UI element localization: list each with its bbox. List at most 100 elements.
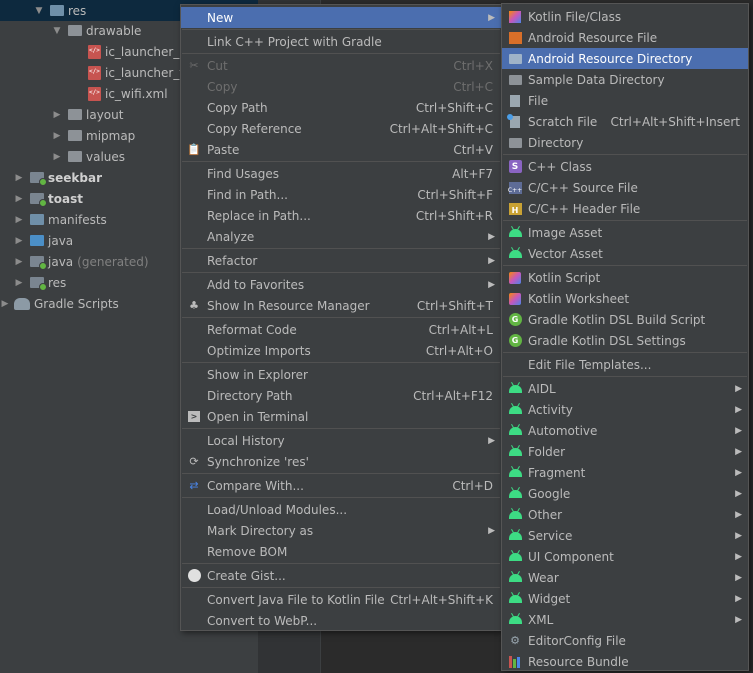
- submenu-item-fragment[interactable]: Fragment ▶: [502, 462, 748, 483]
- menu-item-label: C++ Class: [528, 159, 592, 174]
- menu-item-paste[interactable]: 📋 Paste Ctrl+V: [181, 139, 501, 160]
- menu-item-copy-reference[interactable]: Copy Reference Ctrl+Alt+Shift+C: [181, 118, 501, 139]
- submenu-item-editorconfig[interactable]: ⚙ EditorConfig File: [502, 630, 748, 651]
- tree-item-label: java: [48, 233, 74, 248]
- menu-item-label: Create Gist...: [207, 568, 286, 583]
- menu-item-show-in-resource-manager[interactable]: ♣ Show In Resource Manager Ctrl+Shift+T: [181, 295, 501, 316]
- menu-item-synchronize[interactable]: ⟳ Synchronize 'res': [181, 451, 501, 472]
- menu-item-shortcut: Ctrl+Alt+Shift+C: [389, 121, 493, 136]
- submenu-arrow-icon: ▶: [735, 509, 742, 520]
- expand-arrow-icon[interactable]: ▶: [14, 278, 24, 288]
- expand-arrow-icon[interactable]: ▶: [52, 152, 62, 162]
- submenu-item-cpp-header[interactable]: H C/C++ Header File: [502, 198, 748, 219]
- menu-item-mark-directory-as[interactable]: Mark Directory as ▶: [181, 520, 501, 541]
- menu-item-label: Sample Data Directory: [528, 72, 665, 87]
- folder-icon: [508, 53, 522, 64]
- file-icon: [510, 94, 520, 107]
- separator: [503, 376, 747, 377]
- folder-icon: [68, 151, 82, 162]
- submenu-item-wear[interactable]: Wear ▶: [502, 567, 748, 588]
- menu-item-find-in-path[interactable]: Find in Path... Ctrl+Shift+F: [181, 184, 501, 205]
- submenu-item-edit-file-templates[interactable]: Edit File Templates...: [502, 354, 748, 375]
- menu-item-label: Resource Bundle: [528, 654, 629, 669]
- submenu-item-android-resource-directory[interactable]: Android Resource Directory: [502, 48, 748, 69]
- separator: [182, 29, 500, 30]
- menu-item-reformat-code[interactable]: Reformat Code Ctrl+Alt+L: [181, 319, 501, 340]
- menu-item-directory-path[interactable]: Directory Path Ctrl+Alt+F12: [181, 385, 501, 406]
- expand-arrow-icon[interactable]: ▶: [14, 257, 24, 267]
- menu-item-convert-java-to-kotlin[interactable]: Convert Java File to Kotlin File Ctrl+Al…: [181, 589, 501, 610]
- menu-item-compare-with[interactable]: ⇄ Compare With... Ctrl+D: [181, 475, 501, 496]
- submenu-item-google[interactable]: Google ▶: [502, 483, 748, 504]
- submenu-item-cpp-class[interactable]: S C++ Class: [502, 156, 748, 177]
- menu-item-cut[interactable]: ✂ Cut Ctrl+X: [181, 55, 501, 76]
- menu-item-load-unload-modules[interactable]: Load/Unload Modules...: [181, 499, 501, 520]
- menu-item-new[interactable]: New ▶: [181, 7, 501, 28]
- submenu-item-automotive[interactable]: Automotive ▶: [502, 420, 748, 441]
- menu-item-add-to-favorites[interactable]: Add to Favorites ▶: [181, 274, 501, 295]
- expand-arrow-icon[interactable]: ▶: [52, 131, 62, 141]
- expand-arrow-icon[interactable]: ▶: [14, 194, 24, 204]
- expand-arrow-icon[interactable]: ▼: [52, 26, 62, 36]
- submenu-item-gradle-build-script[interactable]: G Gradle Kotlin DSL Build Script: [502, 309, 748, 330]
- expand-arrow-icon[interactable]: ▶: [0, 299, 10, 309]
- android-resource-file-icon: [508, 31, 522, 44]
- submenu-item-gradle-settings[interactable]: G Gradle Kotlin DSL Settings: [502, 330, 748, 351]
- menu-item-create-gist[interactable]: Create Gist...: [181, 565, 501, 586]
- submenu-item-android-resource-file[interactable]: Android Resource File: [502, 27, 748, 48]
- menu-item-shortcut: Ctrl+Shift+F: [417, 187, 493, 202]
- submenu-item-directory[interactable]: Directory: [502, 132, 748, 153]
- submenu-item-widget[interactable]: Widget ▶: [502, 588, 748, 609]
- submenu-item-scratch-file[interactable]: Scratch File Ctrl+Alt+Shift+Insert: [502, 111, 748, 132]
- menu-item-copy[interactable]: Copy Ctrl+C: [181, 76, 501, 97]
- submenu-item-file[interactable]: File: [502, 90, 748, 111]
- menu-item-optimize-imports[interactable]: Optimize Imports Ctrl+Alt+O: [181, 340, 501, 361]
- submenu-item-other[interactable]: Other ▶: [502, 504, 748, 525]
- menu-item-label: UI Component: [528, 549, 614, 564]
- submenu-item-resource-bundle[interactable]: Resource Bundle: [502, 651, 748, 672]
- submenu-item-kotlin-worksheet[interactable]: Kotlin Worksheet: [502, 288, 748, 309]
- submenu-item-xml[interactable]: XML ▶: [502, 609, 748, 630]
- menu-item-replace-in-path[interactable]: Replace in Path... Ctrl+Shift+R: [181, 205, 501, 226]
- menu-item-label: Wear: [528, 570, 559, 585]
- menu-item-label: Gradle Kotlin DSL Settings: [528, 333, 686, 348]
- menu-item-convert-to-webp[interactable]: Convert to WebP...: [181, 610, 501, 631]
- menu-item-copy-path[interactable]: Copy Path Ctrl+Shift+C: [181, 97, 501, 118]
- sync-icon: ⟳: [189, 455, 199, 468]
- submenu-item-kotlin-script[interactable]: Kotlin Script: [502, 267, 748, 288]
- expand-arrow-icon[interactable]: ▶: [14, 236, 24, 246]
- resource-manager-icon: ♣: [189, 299, 199, 312]
- menu-item-label: Optimize Imports: [207, 343, 311, 358]
- expand-arrow-icon[interactable]: ▼: [34, 6, 44, 16]
- submenu-item-kotlin-file[interactable]: Kotlin File/Class: [502, 6, 748, 27]
- submenu-item-activity[interactable]: Activity ▶: [502, 399, 748, 420]
- submenu-item-aidl[interactable]: AIDL ▶: [502, 378, 748, 399]
- android-icon: [508, 615, 522, 624]
- menu-item-link-cpp[interactable]: Link C++ Project with Gradle: [181, 31, 501, 52]
- submenu-item-ui-component[interactable]: UI Component ▶: [502, 546, 748, 567]
- menu-item-label: Show in Explorer: [207, 367, 308, 382]
- menu-item-label: Google: [528, 486, 571, 501]
- menu-item-remove-bom[interactable]: Remove BOM: [181, 541, 501, 562]
- folder-icon: [68, 130, 82, 141]
- submenu-item-image-asset[interactable]: Image Asset: [502, 222, 748, 243]
- compare-icon: ⇄: [189, 479, 199, 492]
- menu-item-open-in-terminal[interactable]: > Open in Terminal: [181, 406, 501, 427]
- menu-item-local-history[interactable]: Local History ▶: [181, 430, 501, 451]
- expand-arrow-icon[interactable]: ▶: [14, 173, 24, 183]
- submenu-item-service[interactable]: Service ▶: [502, 525, 748, 546]
- expand-arrow-icon[interactable]: ▶: [52, 110, 62, 120]
- submenu-item-cpp-source[interactable]: C++ C/C++ Source File: [502, 177, 748, 198]
- menu-item-show-in-explorer[interactable]: Show in Explorer: [181, 364, 501, 385]
- menu-item-analyze[interactable]: Analyze ▶: [181, 226, 501, 247]
- tree-item-label: res: [48, 275, 67, 290]
- menu-item-label: Image Asset: [528, 225, 603, 240]
- submenu-item-vector-asset[interactable]: Vector Asset: [502, 243, 748, 264]
- submenu-arrow-icon: ▶: [735, 425, 742, 436]
- menu-item-refactor[interactable]: Refactor ▶: [181, 250, 501, 271]
- submenu-item-sample-data-directory[interactable]: Sample Data Directory: [502, 69, 748, 90]
- expand-arrow-icon[interactable]: ▶: [14, 215, 24, 225]
- submenu-item-folder[interactable]: Folder ▶: [502, 441, 748, 462]
- folder-icon: [30, 214, 44, 225]
- menu-item-find-usages[interactable]: Find Usages Alt+F7: [181, 163, 501, 184]
